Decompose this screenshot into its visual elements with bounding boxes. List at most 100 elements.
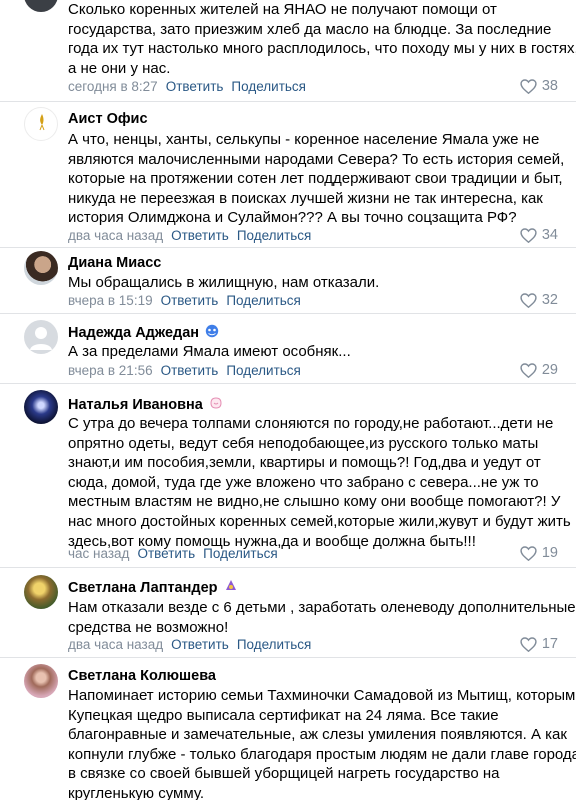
- comment-text: А за пределами Ямала имеют особняк...: [68, 342, 558, 362]
- avatar[interactable]: [24, 107, 58, 141]
- reply-button[interactable]: Ответить: [161, 363, 219, 378]
- like-count: 34: [541, 227, 558, 243]
- author-name[interactable]: Надежда Аджедан: [68, 324, 220, 341]
- comment-line: которые на протяжении сотен лет поддержи…: [68, 170, 563, 188]
- author-name[interactable]: Наталья Ивановна: [68, 396, 224, 413]
- comment-line: Мы обращались в жилищную, нам отказали.: [68, 274, 380, 291]
- emoji-icon: [205, 324, 219, 338]
- comment-line: никуда не переезжая в поисках лучшей жиз…: [68, 189, 543, 207]
- comment-time[interactable]: час назад: [68, 546, 129, 561]
- avatar[interactable]: [24, 251, 58, 285]
- comment-line: средства не возможно!: [68, 618, 229, 636]
- comment-line: благонравные и замечательные, аж слезы у…: [68, 726, 567, 744]
- share-button[interactable]: Поделиться: [226, 293, 301, 308]
- comment-line: копнули глубже - только благодаря просты…: [68, 745, 576, 763]
- author-name[interactable]: Диана Миасс: [68, 255, 161, 271]
- emoji-icon: [210, 397, 222, 409]
- like-count: 32: [541, 292, 558, 308]
- author-name[interactable]: Светлана Лаптандер: [68, 579, 239, 596]
- heart-icon: [520, 636, 537, 652]
- like-count: 29: [541, 362, 558, 378]
- default-avatar-icon: [30, 327, 52, 350]
- comment-meta: сегодня в 8:27 Ответить Поделиться: [68, 79, 306, 94]
- like-button[interactable]: 34: [520, 227, 558, 243]
- comment-text: А что, ненцы, ханты, селькупы - коренное…: [68, 130, 565, 228]
- share-button[interactable]: Поделиться: [237, 637, 312, 652]
- comment-line: в связке со своей бывшей уборщицей нагре…: [68, 765, 500, 783]
- divider: [0, 657, 576, 658]
- comment-meta: вчера в 15:19 Ответить Поделиться: [68, 293, 301, 308]
- heart-icon: [520, 292, 537, 308]
- share-button[interactable]: Поделиться: [226, 363, 301, 378]
- reply-button[interactable]: Ответить: [137, 546, 195, 561]
- divider: [0, 567, 576, 568]
- author-name-text: Наталья Ивановна: [68, 397, 203, 413]
- reply-button[interactable]: Ответить: [166, 79, 224, 94]
- author-name[interactable]: Светлана Колюшева: [68, 668, 216, 684]
- comment-line: А что, ненцы, ханты, селькупы - коренное…: [68, 131, 540, 148]
- comment-time[interactable]: сегодня в 8:27: [68, 79, 158, 94]
- comment-time[interactable]: вчера в 15:19: [68, 293, 153, 308]
- comment-time[interactable]: два часа назад: [68, 637, 163, 652]
- comment-line: Нам отказали везде с 6 детьми , заработа…: [68, 599, 576, 616]
- comment-time[interactable]: вчера в 21:56: [68, 363, 153, 378]
- comment-meta: вчера в 21:56 Ответить Поделиться: [68, 363, 301, 378]
- comment-line: Купецкая щедро выписала сертификат на 24…: [68, 706, 499, 724]
- author-name[interactable]: Аист Офис: [68, 111, 148, 127]
- comment-line: государства, зато приезжим хлеб да масло…: [68, 20, 552, 38]
- comment-line: кругленькую сумму.: [68, 784, 205, 800]
- divider: [0, 247, 576, 248]
- comment-line: местным властям не видно,не слышно кому …: [68, 493, 561, 511]
- author-name-text: Надежда Аджедан: [68, 325, 200, 341]
- comment-meta: час назад Ответить Поделиться: [68, 546, 278, 561]
- avatar[interactable]: [24, 575, 58, 609]
- like-button[interactable]: 29: [520, 362, 558, 378]
- comment-line: Напоминает историю семьи Тахминочки Сама…: [68, 687, 576, 704]
- comment-line: нас много достойных коренных семей,котор…: [68, 512, 571, 530]
- comment-text: С утра до вечера толпами слоняются по го…: [68, 414, 571, 551]
- author-name-text: Светлана Лаптандер: [68, 580, 218, 596]
- comment-line: знают,и им пособия,земли, квартиры и пом…: [68, 454, 541, 472]
- comment-time[interactable]: два часа назад: [68, 228, 163, 243]
- like-button[interactable]: 19: [520, 545, 558, 561]
- comment-line: опрятно одеты, ведут себя неподобающее,и…: [68, 434, 539, 452]
- comment-line: С утра до вечера толпами слоняются по го…: [68, 415, 554, 432]
- comment-line: года их тут настолько много расплодилось…: [68, 40, 576, 58]
- emoji-icon: [225, 580, 236, 590]
- divider: [0, 313, 576, 314]
- comment-line: а не они у нас.: [68, 59, 171, 77]
- divider: [0, 383, 576, 384]
- like-count: 19: [541, 545, 558, 561]
- avatar[interactable]: [24, 664, 58, 698]
- like-count: 17: [541, 636, 558, 652]
- comment-text: Сколько коренных жителей на ЯНАО не полу…: [68, 0, 576, 78]
- comment-line: сюда, домой, туда где уже вложено что за…: [68, 473, 539, 491]
- reply-button[interactable]: Ответить: [161, 293, 219, 308]
- comment-line: Сколько коренных жителей на ЯНАО не полу…: [68, 1, 497, 18]
- avatar[interactable]: [24, 390, 58, 424]
- comment-meta: два часа назад Ответить Поделиться: [68, 637, 311, 652]
- comment-text: Мы обращались в жилищную, нам отказали.: [68, 273, 558, 293]
- like-button[interactable]: 38: [520, 78, 558, 94]
- reply-button[interactable]: Ответить: [171, 637, 229, 652]
- divider: [0, 101, 576, 102]
- comment-text: Напоминает историю семьи Тахминочки Сама…: [68, 686, 576, 800]
- comment-line: А за пределами Ямала имеют особняк...: [68, 343, 351, 360]
- avatar[interactable]: [24, 320, 58, 354]
- comment-meta: два часа назад Ответить Поделиться: [68, 228, 311, 243]
- comment-text: Нам отказали везде с 6 детьми , заработа…: [68, 598, 576, 637]
- heart-icon: [520, 227, 537, 243]
- like-button[interactable]: 32: [520, 292, 558, 308]
- stork-logo-icon: [39, 114, 45, 131]
- like-button[interactable]: 17: [520, 636, 558, 652]
- like-count: 38: [541, 78, 558, 94]
- comment-line: являются малочисленными народами Севера?…: [68, 150, 565, 168]
- reply-button[interactable]: Ответить: [171, 228, 229, 243]
- share-button[interactable]: Поделиться: [203, 546, 278, 561]
- heart-icon: [520, 362, 537, 378]
- share-button[interactable]: Поделиться: [231, 79, 306, 94]
- heart-icon: [520, 545, 537, 561]
- comment-line: история Олимджона и Сулаймон??? А вы точ…: [68, 209, 517, 227]
- share-button[interactable]: Поделиться: [237, 228, 312, 243]
- avatar[interactable]: [24, 0, 58, 12]
